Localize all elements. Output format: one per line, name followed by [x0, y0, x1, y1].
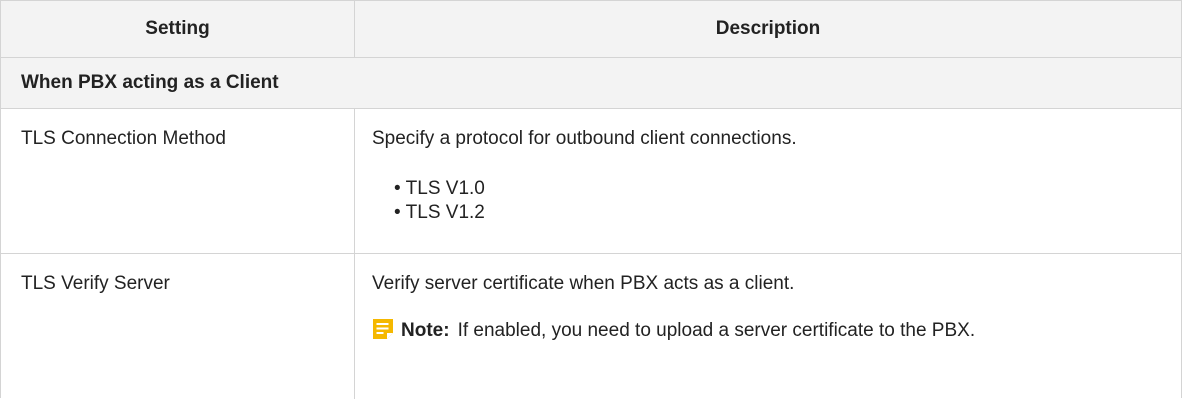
setting-name: TLS Connection Method [21, 128, 226, 149]
table-row: TLS Verify Server Verify server certific… [1, 254, 1181, 399]
description-text: Specify a protocol for outbound client c… [372, 128, 797, 149]
section-row: When PBX acting as a Client [1, 58, 1181, 109]
setting-description: Verify server certificate when PBX acts … [372, 272, 1172, 343]
column-divider [354, 109, 355, 254]
bullet-icon: • [394, 178, 401, 199]
note-block: Note: If enabled, you need to upload a se… [372, 318, 1172, 343]
list-item: • TLS V1.0 [394, 177, 1172, 201]
column-divider [354, 1, 355, 58]
bullet-icon: • [394, 202, 401, 223]
setting-name: TLS Verify Server [21, 273, 170, 294]
column-header-setting: Setting [145, 18, 210, 39]
option-label: TLS V1.2 [405, 202, 485, 223]
setting-description: Specify a protocol for outbound client c… [372, 127, 1172, 225]
section-title: When PBX acting as a Client [21, 72, 279, 93]
settings-table: Setting Description When PBX acting as a… [0, 0, 1182, 399]
option-label: TLS V1.0 [405, 178, 485, 199]
note-text: If enabled, you need to upload a server … [457, 320, 976, 341]
description-text: Verify server certificate when PBX acts … [372, 273, 795, 294]
table-row: TLS Connection Method Specify a protocol… [1, 109, 1181, 254]
column-header-description: Description [715, 18, 821, 39]
note-icon [373, 319, 393, 339]
note-label: Note: [401, 320, 450, 341]
column-divider [354, 254, 355, 399]
option-list: • TLS V1.0 • TLS V1.2 [372, 177, 1172, 225]
list-item: • TLS V1.2 [394, 201, 1172, 225]
table-header-row: Setting Description [1, 1, 1181, 58]
